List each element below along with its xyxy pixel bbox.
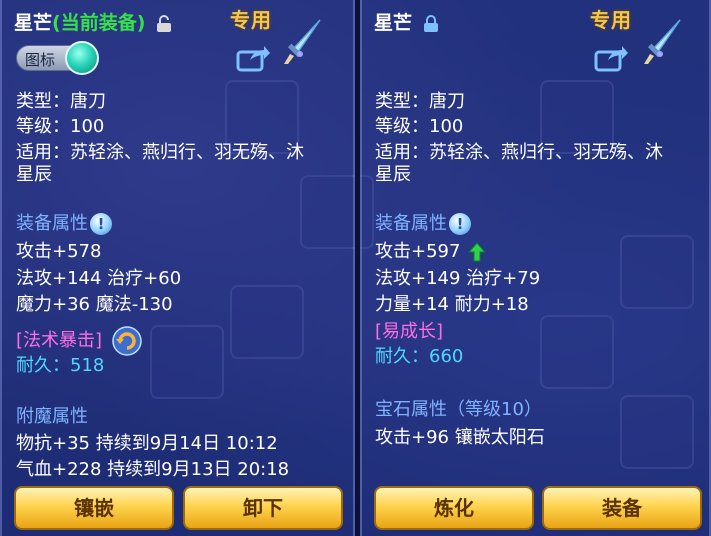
enchant-line: 物抗+35 持续到9月14日 10:12 [16, 433, 278, 454]
inlay-button[interactable]: 镶嵌 [14, 486, 174, 530]
share-icon[interactable] [236, 44, 270, 72]
usable-classes-cont: 星辰 [375, 164, 411, 185]
info-icon[interactable]: ! [90, 213, 112, 235]
current-equipped-tag: (当前装备) [52, 12, 146, 34]
gem-line: 攻击+96 镶嵌太阳石 [375, 427, 545, 448]
usable-classes: 适用：苏轻涂、燕归行、羽无殇、沐 [375, 142, 663, 163]
icon-toggle[interactable]: 图标 [16, 41, 99, 75]
blade-icon [284, 19, 321, 64]
current-equipment-panel: 星芒(当前装备) 专用 图标 类型：唐刀 等级：100 适用：苏轻涂、燕归行、羽… [0, 0, 355, 536]
blade-icon [644, 19, 681, 64]
durability: 耐久：518 [16, 355, 105, 376]
item-type: 类型：唐刀 [16, 91, 106, 112]
attr-line: 法攻+149 治疗+79 [375, 268, 541, 289]
item-name: 星芒 [14, 12, 53, 34]
attr-header-label: 装备属性 [375, 213, 447, 234]
icon-toggle-label: 图标 [25, 51, 56, 69]
unequip-button[interactable]: 卸下 [183, 486, 343, 530]
attr-line: 魔力+36 魔法-130 [16, 294, 173, 315]
info-icon[interactable]: ! [449, 213, 471, 235]
attr-value: 攻击+597 [375, 241, 461, 262]
attr-header: 装备属性! [16, 212, 112, 236]
durability: 耐久：660 [375, 346, 464, 367]
attr-line: 攻击+597 [375, 240, 487, 264]
attr-header: 装备属性! [375, 212, 471, 236]
enchant-line: 气血+228 持续到9月13日 20:18 [16, 459, 290, 480]
usable-classes-cont: 星辰 [16, 164, 52, 185]
share-icon[interactable] [594, 44, 628, 72]
attr-header-label: 装备属性 [16, 213, 88, 234]
equip-button[interactable]: 装备 [542, 486, 702, 530]
item-level: 等级：100 [16, 116, 105, 137]
gem-header: 宝石属性（等级10） [375, 399, 542, 420]
toggle-knob [65, 41, 99, 75]
compare-equipment-panel: 星芒 专用 类型：唐刀 等级：100 适用：苏轻涂、燕归行、羽无殇、沐 星辰 装… [360, 0, 711, 536]
special-attr: [法术暴击] [16, 326, 142, 356]
item-type: 类型：唐刀 [375, 91, 465, 112]
item-name: 星芒 [374, 12, 413, 34]
item-title: 星芒 [374, 8, 439, 35]
item-title: 星芒(当前装备) [14, 8, 172, 35]
refine-button[interactable]: 炼化 [374, 486, 534, 530]
exclusive-label: 专用 [590, 8, 632, 32]
refresh-icon[interactable] [112, 326, 142, 356]
special-attr-label: [法术暴击] [16, 330, 103, 351]
attr-line: 法攻+144 治疗+60 [16, 268, 182, 289]
exclusive-label: 专用 [230, 8, 272, 32]
special-attr: [易成长] [375, 321, 444, 342]
open-lock-icon [157, 14, 172, 32]
attr-line: 力量+14 耐力+18 [375, 294, 529, 315]
lock-icon [423, 14, 438, 32]
attr-line: 攻击+578 [16, 241, 102, 262]
up-arrow-icon [468, 242, 487, 262]
usable-classes: 适用：苏轻涂、燕归行、羽无殇、沐 [16, 142, 304, 163]
item-level: 等级：100 [375, 116, 464, 137]
enchant-header: 附魔属性 [16, 406, 88, 427]
